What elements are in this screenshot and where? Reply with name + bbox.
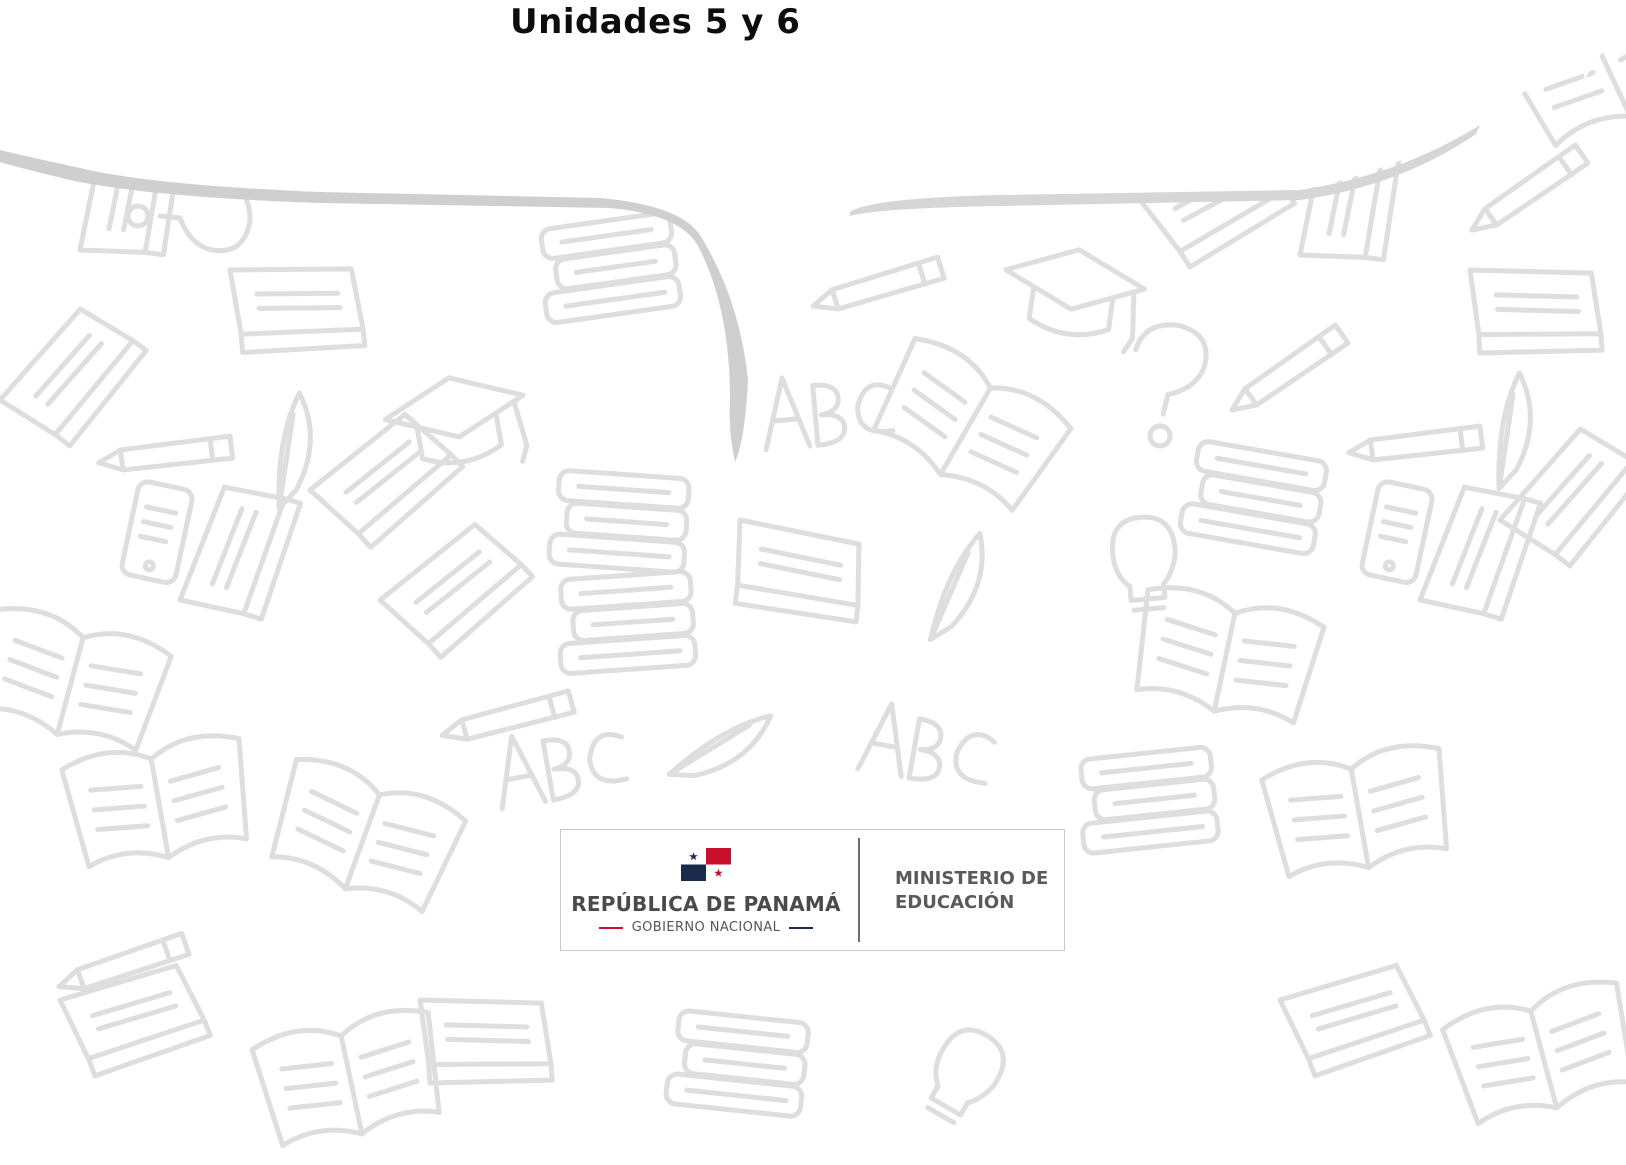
- blue-line-decoration: [789, 926, 814, 929]
- government-subtitle: GOBIERNO NACIONAL: [631, 920, 781, 935]
- red-line-decoration: [598, 926, 623, 929]
- ministry-name-line2: EDUCACIÓN: [895, 892, 1015, 913]
- ministry-name-line1: MINISTERIO DE: [895, 868, 1049, 889]
- panama-flag-icon: [681, 848, 731, 881]
- logo-divider: [858, 838, 860, 942]
- government-subtitle-row: GOBIERNO NACIONAL: [561, 920, 851, 935]
- republic-name: REPÚBLICA DE PANAMÁ: [571, 892, 841, 916]
- background-doodle-pattern: [0, 0, 1626, 1165]
- page-title: Unidades 5 y 6: [510, 2, 801, 42]
- government-logo: REPÚBLICA DE PANAMÁ GOBIERNO NACIONAL MI…: [560, 829, 1065, 951]
- ministry-name: MINISTERIO DE EDUCACIÓN: [895, 867, 1048, 915]
